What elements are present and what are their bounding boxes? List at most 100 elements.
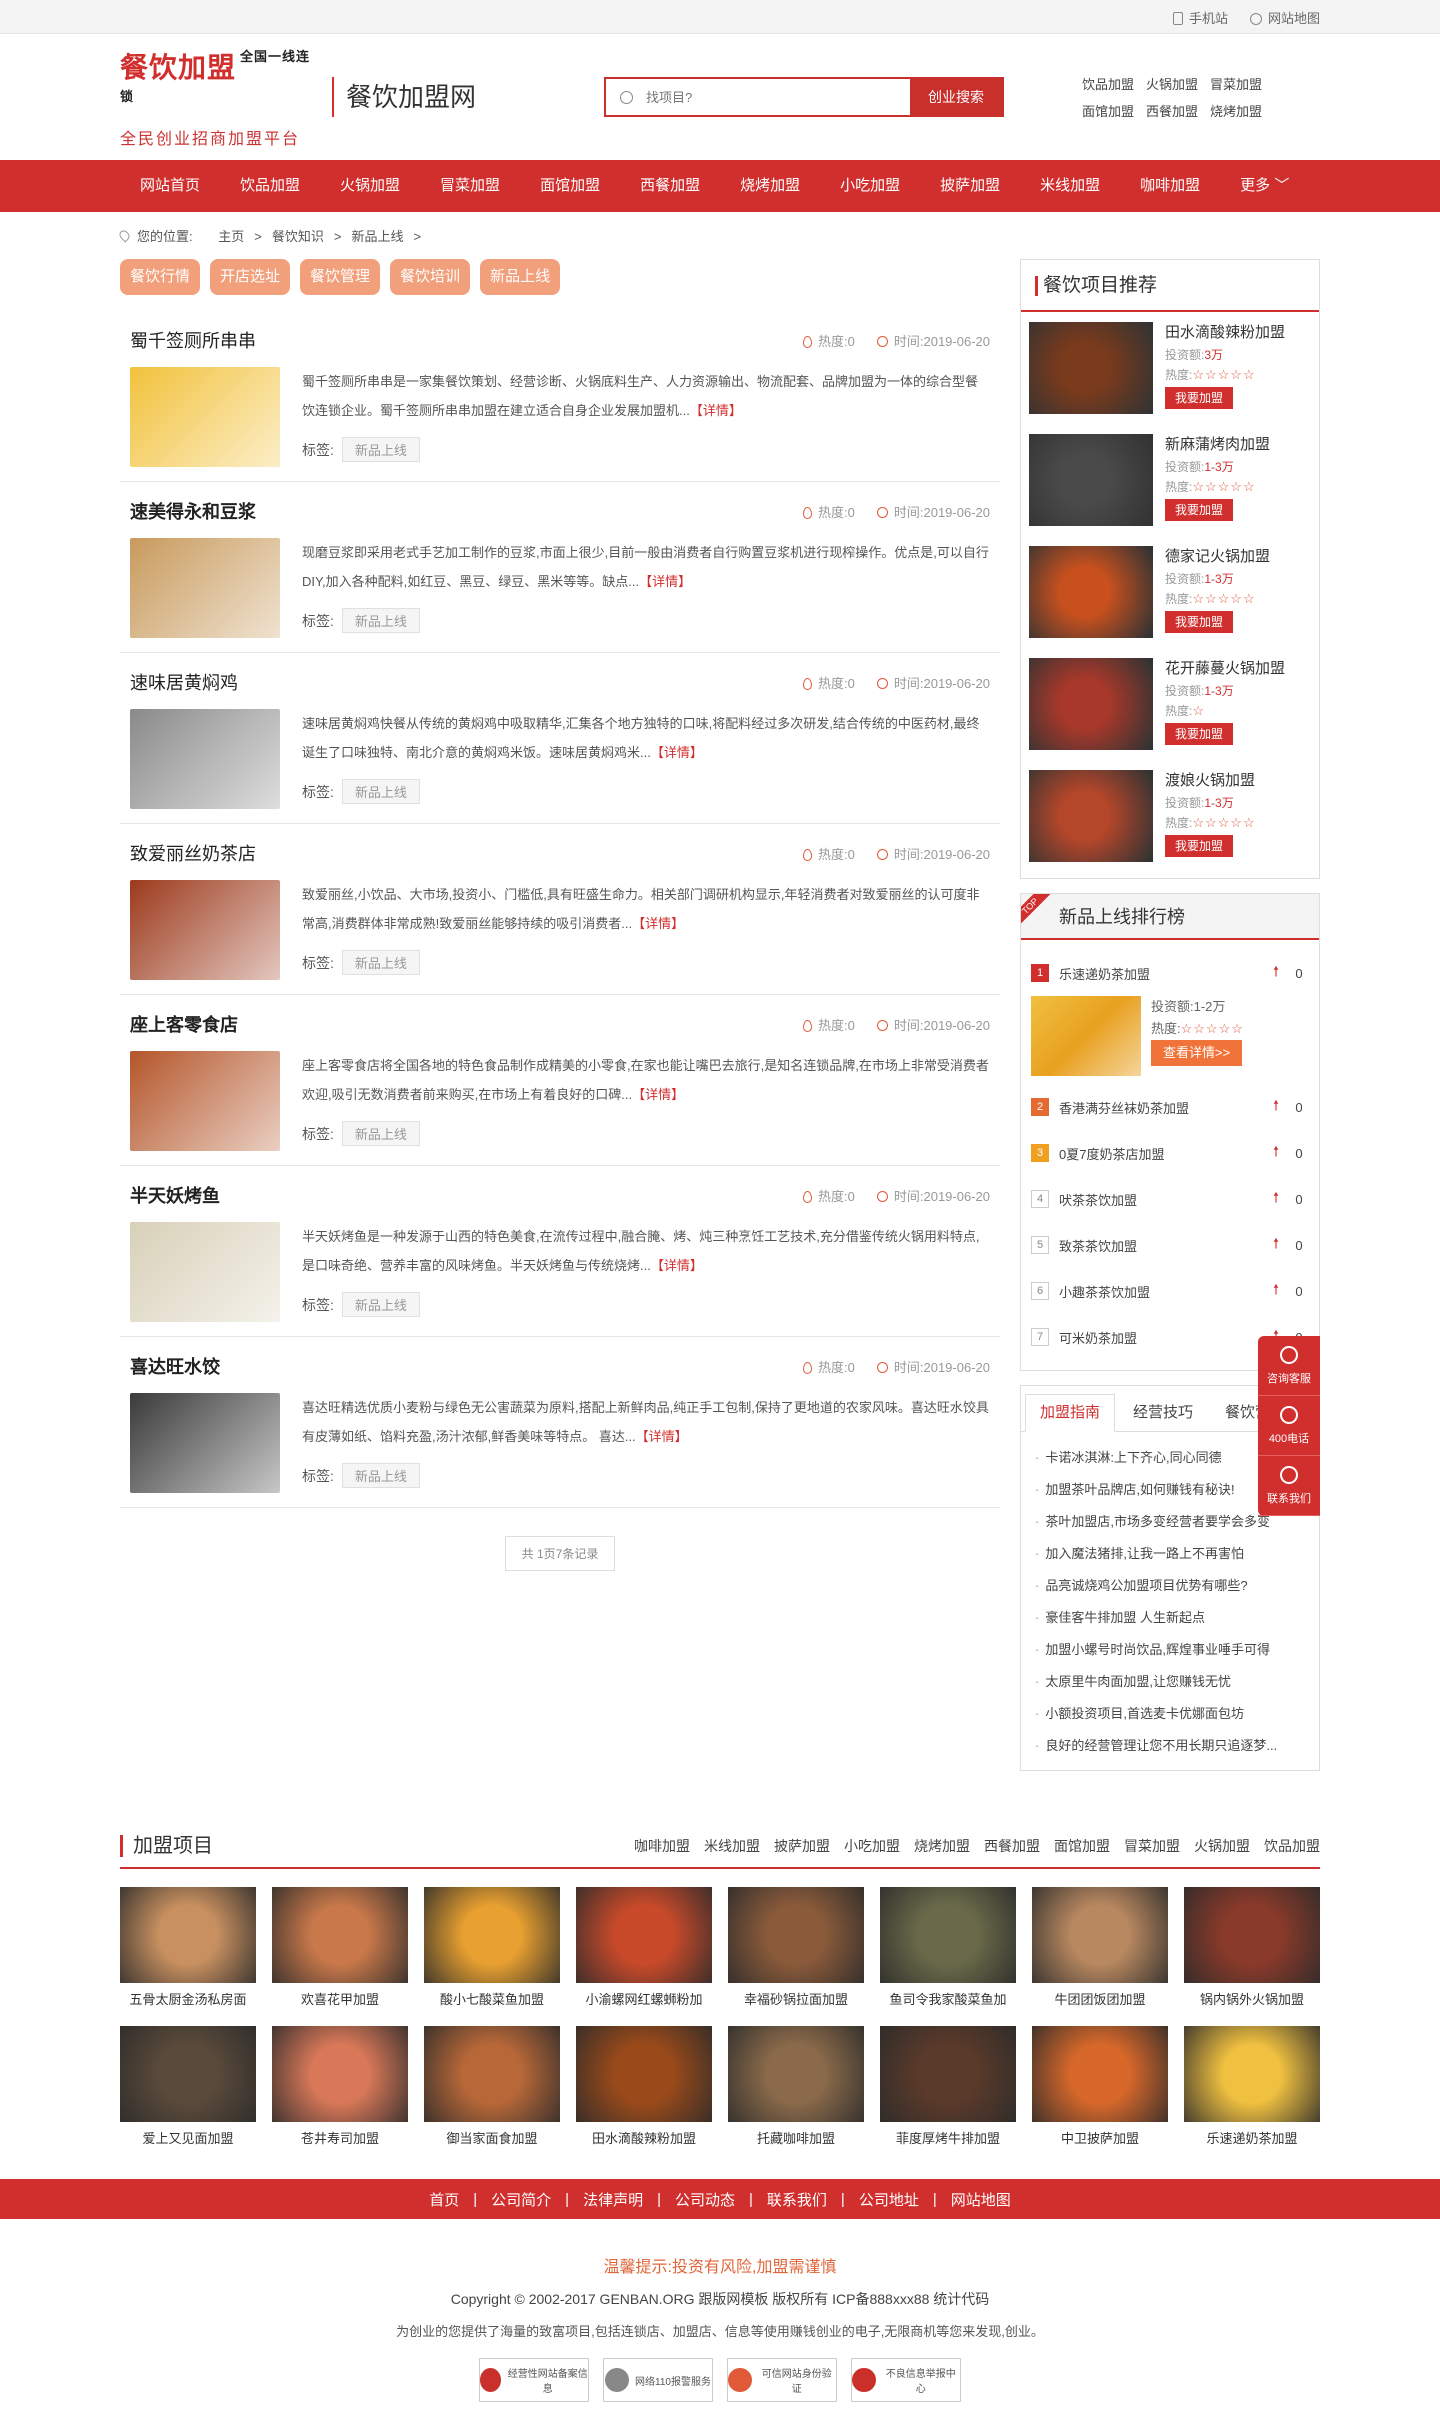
hot-link[interactable]: 饮品加盟	[1082, 74, 1134, 93]
recommend-name[interactable]: 田水滴酸辣粉加盟	[1165, 322, 1285, 344]
project-card[interactable]: 鱼司令我家酸菜鱼加	[880, 1887, 1016, 2008]
join-button[interactable]: 我要加盟	[1165, 835, 1234, 857]
project-card[interactable]: 欢喜花甲加盟	[272, 1887, 408, 2008]
trust-badge[interactable]: 可信网站身份验证	[727, 2358, 837, 2402]
rank-item[interactable]: 4 吠茶茶饮加盟 🠕 0	[1031, 1176, 1309, 1222]
project-card[interactable]: 锅内锅外火锅加盟	[1184, 1887, 1320, 2008]
footer-link[interactable]: 公司动态	[667, 2189, 743, 2210]
breadcrumb-item[interactable]: 主页	[218, 229, 244, 244]
details-link[interactable]: 【详情】	[632, 1087, 684, 1102]
trust-badge[interactable]: 网络110报警服务	[603, 2358, 713, 2402]
hot-link[interactable]: 西餐加盟	[1146, 101, 1198, 120]
article-tag[interactable]: 新品上线	[341, 437, 420, 462]
article-title[interactable]: 致爱丽丝奶茶店	[130, 840, 256, 866]
category-tag[interactable]: 餐饮行情	[120, 259, 201, 295]
article-thumbnail[interactable]	[130, 367, 280, 467]
guide-link[interactable]: 加入魔法猪排,让我一路上不再害怕	[1035, 1538, 1305, 1570]
rank-item[interactable]: 1 乐速递奶茶加盟 🠕 0	[1031, 950, 1309, 996]
recommend-image[interactable]	[1029, 546, 1153, 638]
project-image[interactable]	[576, 2026, 712, 2122]
article-tag[interactable]: 新品上线	[341, 1292, 420, 1317]
category-tag[interactable]: 新品上线	[480, 259, 561, 295]
breadcrumb-item[interactable]: 新品上线	[351, 229, 403, 244]
details-link[interactable]: 【详情】	[632, 916, 684, 931]
footer-link[interactable]: 法律声明	[575, 2189, 651, 2210]
nav-item[interactable]: 冒菜加盟	[420, 160, 520, 212]
guide-link[interactable]: 太原里牛肉面加盟,让您赚钱无忧	[1035, 1666, 1305, 1698]
recommend-name[interactable]: 渡娘火锅加盟	[1165, 770, 1256, 792]
project-card[interactable]: 爱上又见面加盟	[120, 2026, 256, 2147]
article-thumbnail[interactable]	[130, 1051, 280, 1151]
nav-item[interactable]: 面馆加盟	[520, 160, 620, 212]
project-card[interactable]: 乐速递奶茶加盟	[1184, 2026, 1320, 2147]
project-image[interactable]	[424, 2026, 560, 2122]
nav-item[interactable]: 披萨加盟	[920, 160, 1020, 212]
footer-link[interactable]: 首页	[421, 2189, 467, 2210]
logo[interactable]: 餐饮加盟 全国一线连锁 全民创业招商加盟平台	[120, 46, 320, 149]
project-card[interactable]: 五骨太厨金汤私房面	[120, 1887, 256, 2008]
footer-link[interactable]: 网站地图	[943, 2189, 1019, 2210]
float-button[interactable]: 联系我们	[1258, 1456, 1320, 1516]
view-details-button[interactable]: 查看详情>>	[1151, 1040, 1243, 1066]
category-tag[interactable]: 餐饮培训	[390, 259, 471, 295]
guide-link[interactable]: 品亮诚烧鸡公加盟项目优势有哪些?	[1035, 1570, 1305, 1602]
nav-item[interactable]: 西餐加盟	[620, 160, 720, 212]
article-tag[interactable]: 新品上线	[341, 779, 420, 804]
project-category-link[interactable]: 冒菜加盟	[1124, 1836, 1180, 1856]
article-thumbnail[interactable]	[130, 1222, 280, 1322]
footer-link[interactable]: 联系我们	[759, 2189, 835, 2210]
article-thumbnail[interactable]	[130, 1393, 280, 1493]
guide-link[interactable]: 小额投资项目,首选麦卡优娜面包坊	[1035, 1698, 1305, 1730]
project-image[interactable]	[424, 1887, 560, 1983]
sitemap-link[interactable]: 网站地图	[1249, 8, 1320, 27]
nav-item[interactable]: 网站首页	[120, 160, 220, 212]
nav-item[interactable]: 烧烤加盟	[720, 160, 820, 212]
project-category-link[interactable]: 西餐加盟	[984, 1836, 1040, 1856]
guide-link[interactable]: 加盟小螺号时尚饮品,辉煌事业唾手可得	[1035, 1634, 1305, 1666]
project-card[interactable]: 酸小七酸菜鱼加盟	[424, 1887, 560, 2008]
article-tag[interactable]: 新品上线	[341, 1463, 420, 1488]
recommend-name[interactable]: 新麻蒲烤肉加盟	[1165, 434, 1270, 456]
project-image[interactable]	[728, 1887, 864, 1983]
article-title[interactable]: 半天妖烤鱼	[130, 1182, 220, 1208]
mobile-site-link[interactable]: 手机站	[1172, 8, 1228, 27]
article-title[interactable]: 速美得永和豆浆	[130, 498, 256, 524]
article-tag[interactable]: 新品上线	[341, 608, 420, 633]
recommend-image[interactable]	[1029, 770, 1153, 862]
project-image[interactable]	[1184, 1887, 1320, 1983]
project-card[interactable]: 幸福砂锅拉面加盟	[728, 1887, 864, 2008]
article-title[interactable]: 座上客零食店	[130, 1011, 238, 1037]
float-button[interactable]: 咨询客服	[1258, 1336, 1320, 1396]
project-image[interactable]	[880, 2026, 1016, 2122]
article-thumbnail[interactable]	[130, 709, 280, 809]
project-category-link[interactable]: 面馆加盟	[1054, 1836, 1110, 1856]
guide-link[interactable]: 豪佳客牛排加盟 人生新起点	[1035, 1602, 1305, 1634]
guide-link[interactable]: 良好的经营管理让您不用长期只追逐梦...	[1035, 1730, 1305, 1762]
trust-badge[interactable]: 不良信息举报中心	[851, 2358, 961, 2402]
search-input[interactable]	[646, 79, 911, 115]
float-button[interactable]: 400电话	[1258, 1396, 1320, 1456]
article-tag[interactable]: 新品上线	[341, 950, 420, 975]
hot-link[interactable]: 火锅加盟	[1146, 74, 1198, 93]
project-image[interactable]	[120, 2026, 256, 2122]
hot-link[interactable]: 冒菜加盟	[1210, 74, 1262, 93]
article-thumbnail[interactable]	[130, 880, 280, 980]
nav-item[interactable]: 火锅加盟	[320, 160, 420, 212]
join-button[interactable]: 我要加盟	[1165, 611, 1234, 633]
join-button[interactable]: 我要加盟	[1165, 723, 1234, 745]
recommend-name[interactable]: 花开藤蔓火锅加盟	[1165, 658, 1285, 680]
rank-image[interactable]	[1031, 996, 1141, 1076]
project-image[interactable]	[880, 1887, 1016, 1983]
hot-link[interactable]: 面馆加盟	[1082, 101, 1134, 120]
details-link[interactable]: 【详情】	[651, 1258, 703, 1273]
project-category-link[interactable]: 饮品加盟	[1264, 1836, 1320, 1856]
nav-item[interactable]: 咖啡加盟	[1120, 160, 1220, 212]
recommend-name[interactable]: 德家记火锅加盟	[1165, 546, 1270, 568]
details-link[interactable]: 【详情】	[651, 745, 703, 760]
nav-item[interactable]: 更多 ﹀	[1220, 160, 1309, 212]
project-image[interactable]	[728, 2026, 864, 2122]
project-category-link[interactable]: 小吃加盟	[844, 1836, 900, 1856]
nav-item[interactable]: 饮品加盟	[220, 160, 320, 212]
breadcrumb-item[interactable]: 餐饮知识	[272, 229, 324, 244]
recommend-image[interactable]	[1029, 658, 1153, 750]
